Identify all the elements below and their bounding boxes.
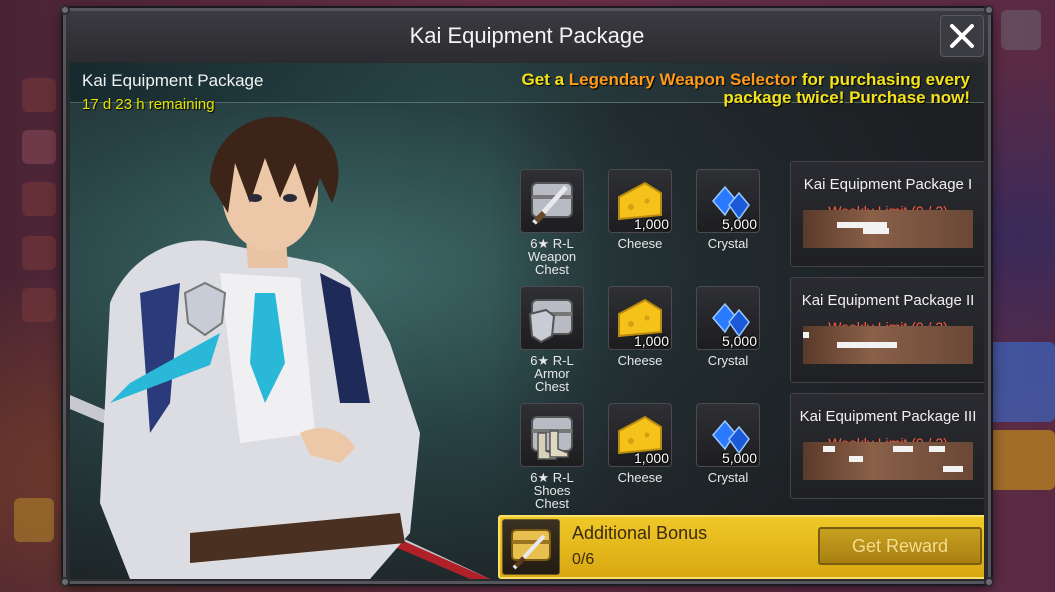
promo-highlight: Legendary Weapon Selector — [568, 70, 798, 89]
character-illustration — [70, 116, 490, 579]
item-label: Crystal — [707, 470, 749, 485]
armor-chest-icon — [528, 299, 573, 344]
package-name: Kai Equipment Package — [82, 71, 264, 90]
package-card-3[interactable]: Kai Equipment Package III Weekly Limit (… — [790, 393, 984, 499]
item-label: Cheese — [617, 470, 663, 485]
background-item — [987, 342, 1055, 422]
frame-rivet — [984, 5, 994, 15]
item-label: Cheese — [617, 236, 663, 251]
cheese-item[interactable]: 1,000 Cheese — [608, 403, 672, 484]
get-reward-button[interactable]: Get Reward — [818, 527, 982, 565]
item-box — [520, 286, 584, 350]
package-card-title: Kai Equipment Package I — [803, 176, 973, 193]
package-card-2[interactable]: Kai Equipment Package II Weekly Limit (0… — [790, 277, 984, 383]
crystal-item[interactable]: 5,000 Crystal — [696, 286, 760, 367]
redaction-mark — [837, 342, 897, 348]
redaction-mark — [823, 446, 835, 452]
chest-item[interactable]: 6★ R-L Weapon Chest — [520, 169, 584, 276]
background-side-icon — [22, 236, 56, 270]
background-side-icon — [14, 498, 54, 542]
background-item — [1001, 10, 1041, 50]
package-card-1[interactable]: Kai Equipment Package I Weekly Limit (0 … — [790, 161, 984, 267]
package-art: Kai Equipment Package Get a Legendary We… — [70, 63, 984, 579]
weapon-chest-icon — [531, 182, 573, 225]
redaction-mark — [943, 466, 963, 472]
item-quantity: 1,000 — [633, 333, 669, 349]
item-label: Cheese — [617, 353, 663, 368]
frame-rivet — [60, 5, 70, 15]
frame-rivet — [984, 577, 994, 587]
cheese-item[interactable]: 1,000 Cheese — [608, 169, 672, 250]
chest-item[interactable]: 6★ R-L Shoes Chest — [520, 403, 584, 510]
promo-line2: package twice! Purchase now! — [723, 88, 970, 107]
item-box — [520, 403, 584, 467]
crystal-item[interactable]: 5,000 Crystal — [696, 403, 760, 484]
time-remaining: 17 d 23 h remaining — [82, 96, 215, 113]
item-quantity: 1,000 — [633, 450, 669, 466]
item-box: 5,000 — [696, 169, 760, 233]
price-redacted — [803, 210, 973, 248]
item-box: 5,000 — [696, 403, 760, 467]
background-side-icon — [22, 130, 56, 164]
item-quantity: 5,000 — [721, 216, 757, 232]
redaction-mark — [893, 446, 913, 452]
close-icon — [950, 24, 974, 48]
package-card-title: Kai Equipment Package III — [799, 408, 977, 425]
frame-rivet — [60, 577, 70, 587]
background-side-icon — [22, 182, 56, 216]
background-side-icon — [22, 78, 56, 112]
item-box: 5,000 — [696, 286, 760, 350]
chest-name: Shoes Chest — [533, 483, 571, 511]
item-box — [520, 169, 584, 233]
chest-name: Armor Chest — [534, 366, 570, 394]
background-side-icon — [22, 288, 56, 322]
treasure-chest-icon — [511, 529, 551, 570]
redaction-mark — [849, 456, 863, 462]
item-quantity: 5,000 — [721, 333, 757, 349]
promo-text: Get a Legendary Weapon Selector for purc… — [522, 71, 970, 107]
redaction-mark — [803, 332, 809, 338]
dialog-title: Kai Equipment Package — [66, 11, 988, 61]
background-item — [987, 430, 1055, 490]
cheese-item[interactable]: 1,000 Cheese — [608, 286, 672, 367]
item-box: 1,000 — [608, 403, 672, 467]
item-label: Crystal — [707, 236, 749, 251]
reward-row: 6★ R-L Weapon Chest 1,000 Cheese 5,000 C… — [520, 169, 770, 279]
item-box: 1,000 — [608, 169, 672, 233]
package-card-title: Kai Equipment Package II — [801, 292, 975, 309]
package-dialog: Kai Equipment Package Kai Equipment Pack… — [60, 5, 994, 587]
reward-row: 6★ R-L Shoes Chest 1,000 Cheese 5,000 Cr… — [520, 403, 770, 513]
bonus-title: Additional Bonus — [572, 523, 708, 543]
item-quantity: 5,000 — [721, 450, 757, 466]
item-quantity: 1,000 — [633, 216, 669, 232]
bonus-progress: 0/6 — [572, 551, 595, 568]
bonus-icon-frame — [502, 519, 560, 575]
close-button[interactable] — [940, 15, 984, 57]
crystal-item[interactable]: 5,000 Crystal — [696, 169, 760, 250]
redaction-mark — [929, 446, 945, 452]
price-redacted — [803, 442, 973, 480]
price-redacted — [803, 326, 973, 364]
promo-prefix: Get a — [521, 70, 569, 89]
additional-bonus-bar: Additional Bonus 0/6 Get Reward — [498, 515, 984, 579]
item-box: 1,000 — [608, 286, 672, 350]
chest-item[interactable]: 6★ R-L Armor Chest — [520, 286, 584, 393]
item-label: Crystal — [707, 353, 749, 368]
chest-name: Weapon Chest — [527, 249, 577, 277]
shoes-chest-icon — [531, 416, 573, 460]
redaction-mark — [863, 228, 889, 234]
reward-row: 6★ R-L Armor Chest 1,000 Cheese 5,000 Cr… — [520, 286, 770, 396]
promo-line1-suffix: for purchasing every — [797, 70, 970, 89]
